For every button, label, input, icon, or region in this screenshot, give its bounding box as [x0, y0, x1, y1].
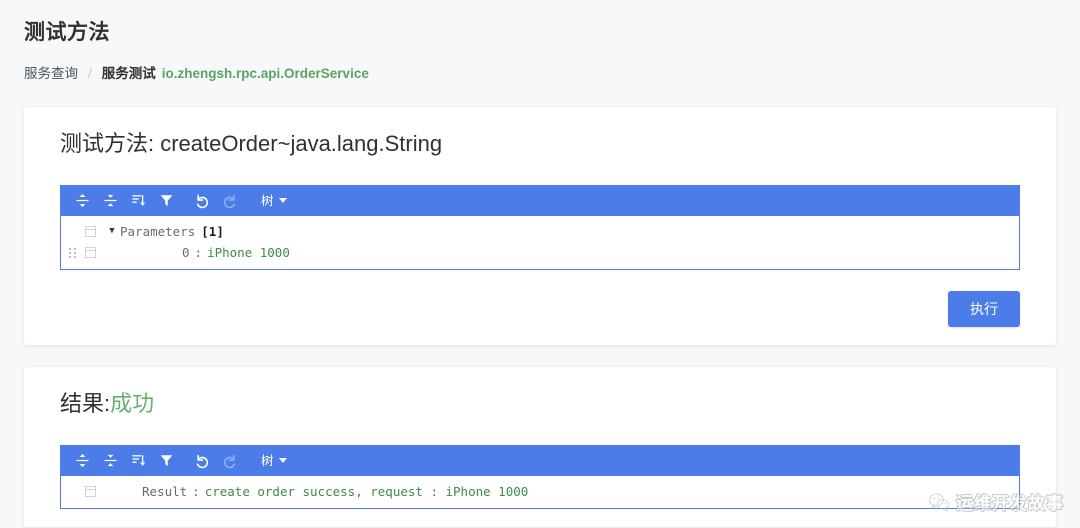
json-value[interactable]: iPhone 1000: [207, 242, 290, 263]
request-json-rows: ▼ Parameters [1] ▸ 0 : iPhone 1000: [61, 216, 1019, 269]
expand-toggle-icon[interactable]: ▼: [104, 221, 120, 242]
collapse-all-button[interactable]: [97, 189, 123, 213]
sort-button[interactable]: [125, 449, 151, 473]
result-title-prefix: 结果:: [60, 391, 111, 416]
editor-mode-selector[interactable]: 树: [261, 453, 287, 469]
page-title: 测试方法: [24, 21, 110, 44]
json-colon: :: [192, 484, 200, 499]
filter-button[interactable]: [153, 189, 179, 213]
json-value[interactable]: create order success, request : iPhone 1…: [205, 481, 529, 502]
breadcrumb-separator: /: [88, 66, 92, 81]
execute-button[interactable]: 执行: [948, 291, 1020, 327]
test-method-card: 测试方法: createOrder~java.lang.String 树 ▼ P…: [24, 107, 1056, 345]
json-key: Result: [142, 484, 188, 499]
json-tree-row[interactable]: ▼ Parameters [1]: [61, 221, 1019, 242]
json-key: 0: [182, 245, 190, 260]
undo-button[interactable]: [189, 449, 215, 473]
editor-mode-label: 树: [261, 453, 274, 468]
undo-icon: [194, 453, 210, 469]
editor-mode-selector[interactable]: 树: [261, 193, 287, 209]
redo-icon: [222, 453, 238, 469]
test-method-title: 测试方法: createOrder~java.lang.String: [60, 131, 443, 156]
result-status: 成功: [110, 391, 155, 416]
breadcrumb-item-service-query[interactable]: 服务查询: [24, 64, 78, 84]
json-tree-row[interactable]: ▸ 0 : iPhone 1000: [61, 242, 1019, 263]
execute-bar: 执行: [60, 291, 1020, 327]
json-array-count: [1]: [201, 224, 224, 239]
json-key: Parameters: [120, 224, 196, 239]
result-card: 结果:成功 树 Result: create order success, r…: [24, 367, 1056, 527]
editor-mode-label: 树: [261, 193, 274, 208]
breadcrumb-service-name: io.zhengsh.rpc.api.OrderService: [161, 66, 369, 81]
sort-icon: [131, 453, 146, 468]
filter-button[interactable]: [153, 449, 179, 473]
undo-button[interactable]: [189, 189, 215, 213]
response-json-editor[interactable]: 树 ▸ Result : create order success, reque…: [60, 445, 1020, 509]
filter-icon: [159, 453, 174, 468]
chevron-down-icon: [278, 198, 287, 203]
collapse-all-button[interactable]: [97, 449, 123, 473]
expand-all-icon: [75, 453, 90, 468]
breadcrumb-item-service-test: 服务测试: [101, 66, 156, 81]
expand-toggle-placeholder: ▸: [104, 481, 120, 502]
field-checkbox-icon[interactable]: [85, 247, 96, 258]
sort-icon: [131, 193, 146, 208]
filter-icon: [159, 193, 174, 208]
sort-button[interactable]: [125, 189, 151, 213]
expand-all-button[interactable]: [69, 449, 95, 473]
chevron-down-icon: [278, 458, 287, 463]
expand-all-button[interactable]: [69, 189, 95, 213]
redo-icon: [222, 193, 238, 209]
json-colon: :: [194, 245, 203, 260]
result-title: 结果:成功: [60, 389, 1034, 419]
undo-icon: [194, 193, 210, 209]
json-tree-row[interactable]: ▸ Result : create order success, request…: [61, 481, 1019, 502]
collapse-all-icon: [103, 193, 118, 208]
expand-toggle-placeholder: ▸: [104, 242, 120, 263]
redo-button[interactable]: [217, 449, 243, 473]
breadcrumb: 服务查询 / 服务测试 io.zhengsh.rpc.api.OrderServ…: [24, 64, 1056, 84]
request-editor-toolbar: 树: [60, 185, 1020, 216]
field-checkbox-icon[interactable]: [85, 486, 96, 497]
redo-button[interactable]: [217, 189, 243, 213]
response-editor-toolbar: 树: [60, 445, 1020, 476]
field-checkbox-icon[interactable]: [85, 226, 96, 237]
response-json-rows: ▸ Result : create order success, request…: [61, 476, 1019, 508]
collapse-all-icon: [103, 453, 118, 468]
expand-all-icon: [75, 193, 90, 208]
drag-handle[interactable]: [66, 247, 79, 258]
request-json-editor[interactable]: 树 ▼ Parameters [1] ▸ 0: [60, 185, 1020, 270]
page-header: 测试方法 服务查询 / 服务测试 io.zhengsh.rpc.api.Orde…: [0, 0, 1080, 84]
